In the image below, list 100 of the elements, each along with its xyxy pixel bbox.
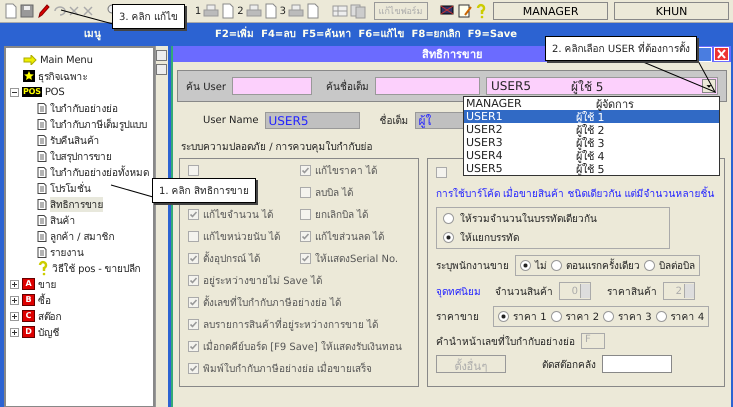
documents-icon[interactable]: [350, 3, 366, 19]
expand-toggle[interactable]: [10, 328, 19, 336]
user-button[interactable]: MANAGER: [493, 2, 608, 20]
stock-field[interactable]: [602, 355, 672, 373]
checkbox[interactable]: [300, 231, 312, 242]
checkbox[interactable]: [188, 341, 200, 352]
pencil-icon[interactable]: [36, 3, 50, 19]
field-label: ตัดสต๊อกคลัง: [542, 358, 596, 372]
radio-button[interactable]: [498, 311, 510, 322]
tree-item[interactable]: Main Menu: [40, 54, 93, 66]
tree-item[interactable]: ซื้อ: [38, 292, 51, 308]
checkbox-label: ให้แสดงSerial No.: [315, 252, 398, 266]
collapse-button[interactable]: [156, 64, 168, 75]
checkbox[interactable]: [300, 165, 312, 176]
dropdown-option[interactable]: USER5 ผู้ใช้ 5: [464, 162, 719, 175]
checkbox-label: ตั้งอุปกรณ์ ได้: [203, 251, 260, 266]
tree-item[interactable]: ธุรกิจเฉพาะ: [38, 68, 88, 84]
page-number: 2: [237, 6, 244, 16]
checkbox[interactable]: [300, 253, 312, 264]
checkbox[interactable]: [436, 167, 448, 178]
tree-item[interactable]: ใบกำกับอย่างย่อทั้งหมด: [50, 164, 149, 180]
tree-item[interactable]: โปรโมชั่น: [50, 180, 91, 196]
radio-button[interactable]: [550, 311, 562, 322]
leader-line: [60, 8, 114, 26]
checkbox[interactable]: [188, 231, 200, 242]
tree-item[interactable]: วิธีใช้ pos - ขายปลีก: [52, 260, 140, 276]
document-icon: [37, 246, 47, 258]
decimal-label: จุดทศนิยม: [436, 286, 482, 298]
checkbox[interactable]: [300, 187, 312, 198]
dropdown-option[interactable]: USER1 ผู้ใช้ 1: [464, 110, 719, 123]
page-icon[interactable]: [221, 3, 236, 19]
checkbox[interactable]: [188, 209, 200, 220]
radio-button[interactable]: [443, 213, 454, 224]
letter-badge: C: [22, 310, 35, 322]
expand-button[interactable]: [156, 50, 168, 61]
save-icon[interactable]: [20, 3, 34, 19]
checkbox[interactable]: [188, 275, 200, 286]
printer-icon[interactable]: [246, 3, 262, 19]
radio-button[interactable]: [443, 232, 454, 243]
printer-icon[interactable]: [203, 3, 220, 19]
printer-icon[interactable]: [288, 3, 304, 19]
tree-item[interactable]: สินค้า: [50, 212, 76, 228]
name-search-field[interactable]: [375, 77, 480, 95]
tree-item[interactable]: ใบกำกับภาษีเต็มรูปแบบ: [50, 116, 147, 132]
checkbox-label: อยู่ระหว่างขายไม่ Save ได้: [203, 274, 322, 288]
tree-item[interactable]: POS: [44, 86, 64, 98]
menu-label: เมนู: [83, 28, 102, 41]
tree-item[interactable]: สิทธิการขาย: [50, 196, 104, 212]
checkbox[interactable]: [188, 165, 200, 176]
checkbox[interactable]: [188, 319, 200, 330]
radio-button[interactable]: [656, 311, 667, 322]
field-label: จำนวนสินค้า: [495, 286, 554, 298]
page-icon[interactable]: [306, 3, 320, 19]
tree-item[interactable]: ใบกำกับอย่างย่อ: [50, 100, 118, 116]
notepad-icon[interactable]: [457, 3, 474, 19]
expand-toggle[interactable]: [10, 312, 19, 320]
document-icon: [37, 102, 47, 114]
page-icon[interactable]: [4, 3, 18, 19]
radio-button[interactable]: [551, 260, 562, 271]
tree-item[interactable]: ขาย: [38, 276, 56, 292]
radio-label: ไม่: [535, 259, 548, 273]
checkbox[interactable]: [188, 297, 200, 308]
checkbox[interactable]: [188, 363, 200, 374]
help-icon[interactable]: [37, 260, 49, 276]
tree-item[interactable]: รับคืนสินค้า: [50, 132, 100, 148]
document-icon: [37, 182, 47, 194]
tree-item[interactable]: บัญชี: [38, 324, 60, 340]
document-icon: [37, 118, 47, 130]
radio-button[interactable]: [520, 260, 532, 271]
tree-item[interactable]: สต๊อก: [38, 308, 62, 324]
tree-item[interactable]: ใบสรุปการขาย: [50, 148, 112, 164]
dropdown-option[interactable]: USER4 ผู้ใช้ 4: [464, 149, 719, 162]
dropdown-option[interactable]: MANAGER ผู้จัดการ: [464, 97, 719, 110]
close-button[interactable]: [714, 47, 729, 61]
page-icon[interactable]: [264, 3, 278, 19]
checkbox[interactable]: [300, 209, 312, 220]
document-icon: [37, 214, 47, 226]
field-label: ราคาขาย: [436, 311, 480, 324]
checkbox[interactable]: [188, 253, 200, 264]
radio-button[interactable]: [644, 260, 656, 271]
checkbox-label: ยกเลิกบิล ได้: [315, 208, 368, 222]
tree-item[interactable]: ลูกค้า / สมาชิก: [50, 228, 114, 244]
checkbox-label: พิมพ์ใบกำกับภาษีอย่างย่อ เมื่อขายเสร็จ: [203, 361, 372, 376]
radio-button[interactable]: [603, 311, 614, 322]
username-field[interactable]: USER5: [264, 112, 360, 129]
expand-toggle[interactable]: [10, 280, 19, 288]
tree-item[interactable]: รายงาน: [50, 244, 84, 260]
user-search-field[interactable]: [232, 77, 312, 95]
checkbox-label: แก้ไขส่วนลด ได้: [315, 230, 384, 244]
radio-label: ให้รวมจำนวนในบรรทัดเดียวกัน: [460, 212, 598, 226]
barcode-heading: การใช้บาร์โค้ด เมื่อขายสินค้า ชนิดเดียวกัน แต่มีจำนวนหลายชิ้น: [436, 186, 716, 201]
letter-badge: B: [22, 294, 35, 306]
dropdown-option[interactable]: USER3 ผู้ใช้ 3: [464, 136, 719, 149]
expand-toggle[interactable]: [10, 296, 19, 304]
user-button[interactable]: KHUN: [614, 2, 729, 20]
field-label: ค้นชื่อเต็ม: [326, 78, 369, 94]
minimize-button[interactable]: [698, 47, 712, 62]
collapse-toggle[interactable]: [10, 88, 19, 96]
radio-label: ให้แยกบรรทัด: [460, 231, 520, 245]
table-icon[interactable]: [332, 3, 348, 19]
